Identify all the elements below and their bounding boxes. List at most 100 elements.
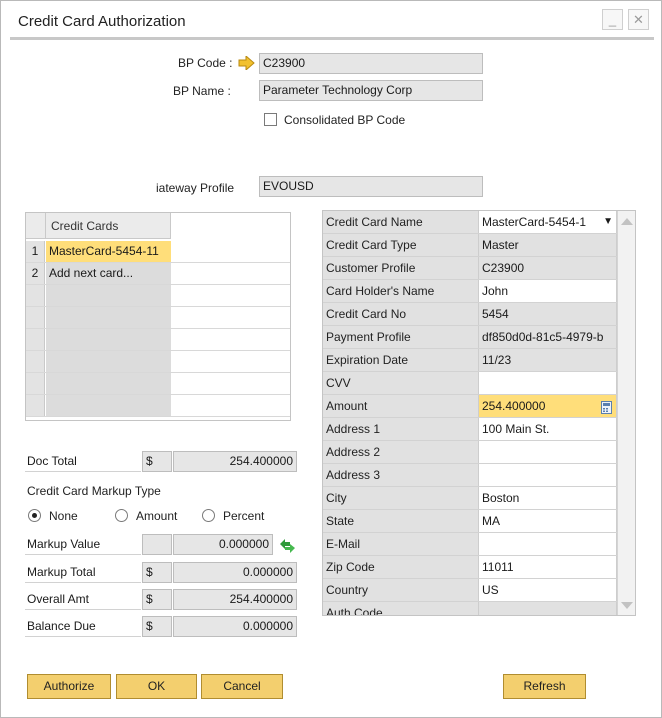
table-row[interactable]: Zip Code 11011 xyxy=(323,556,617,579)
table-row[interactable]: Card Holder's Name John xyxy=(323,280,617,303)
table-row xyxy=(26,373,290,395)
payment-profile-value: df850d0d-81c5-4979-b xyxy=(479,326,617,348)
authorize-button[interactable]: Authorize xyxy=(27,674,111,699)
grid-corner xyxy=(26,213,46,239)
window-title: Credit Card Authorization xyxy=(18,13,186,30)
detail-label: Credit Card No xyxy=(323,303,479,325)
table-row[interactable]: Country US xyxy=(323,579,617,602)
table-row: Customer Profile C23900 xyxy=(323,257,617,280)
country-field[interactable]: US xyxy=(479,579,617,601)
table-row[interactable]: State MA xyxy=(323,510,617,533)
recalculate-icon[interactable] xyxy=(277,536,297,554)
credit-cards-column-header[interactable]: Credit Cards xyxy=(46,213,171,239)
credit-card-type-value: Master xyxy=(479,234,617,256)
table-row[interactable]: Address 1 100 Main St. xyxy=(323,418,617,441)
detail-label: Expiration Date xyxy=(323,349,479,371)
minimize-button[interactable]: _ xyxy=(602,9,623,30)
table-row[interactable]: Amount 254.400000 xyxy=(323,395,617,418)
cards-grid-scrollbar[interactable] xyxy=(290,213,291,420)
table-row[interactable]: E-Mail xyxy=(323,533,617,556)
row-number xyxy=(26,395,45,416)
row-number: 2 xyxy=(26,263,45,284)
table-row: Expiration Date 11/23 xyxy=(323,349,617,372)
bp-name-field[interactable]: Parameter Technology Corp xyxy=(259,80,483,101)
table-row: Payment Profile df850d0d-81c5-4979-b xyxy=(323,326,617,349)
balance-due-value: 0.000000 xyxy=(173,616,297,637)
cvv-field[interactable] xyxy=(479,372,617,394)
markup-total-currency: $ xyxy=(142,562,172,583)
amount-field[interactable]: 254.400000 xyxy=(479,395,617,417)
card-details-grid: Credit Card Name MasterCard-5454-1 ▼ Cre… xyxy=(322,210,636,616)
detail-label: Auth Code xyxy=(323,602,479,615)
city-field[interactable]: Boston xyxy=(479,487,617,509)
title-separator xyxy=(10,37,654,40)
markup-value-label: Markup Value xyxy=(25,534,141,555)
table-row[interactable]: City Boston xyxy=(323,487,617,510)
credit-card-cell[interactable]: MasterCard-5454-11 xyxy=(46,241,171,262)
overall-amt-value: 254.400000 xyxy=(173,589,297,610)
detail-label: Address 3 xyxy=(323,464,479,486)
dropdown-arrow-icon[interactable]: ▼ xyxy=(603,211,613,233)
scroll-up-icon[interactable] xyxy=(621,218,633,225)
credit-card-no-value: 5454 xyxy=(479,303,617,325)
empty-cell xyxy=(46,373,171,394)
card-holder-name-field[interactable]: John xyxy=(479,280,617,302)
empty-cell xyxy=(46,395,171,416)
details-grid-scrollbar[interactable] xyxy=(617,211,635,615)
gateway-profile-field[interactable]: EVOUSD xyxy=(259,176,483,197)
link-arrow-icon[interactable] xyxy=(238,54,255,72)
detail-label: E-Mail xyxy=(323,533,479,555)
calculator-icon[interactable] xyxy=(601,399,612,414)
detail-label: Card Holder's Name xyxy=(323,280,479,302)
table-row[interactable]: 2 Add next card... xyxy=(26,263,290,285)
table-row[interactable]: 1 MasterCard-5454-11 xyxy=(26,241,290,263)
bp-code-field[interactable]: C23900 xyxy=(259,53,483,74)
cancel-button[interactable]: Cancel xyxy=(201,674,283,699)
table-row[interactable]: Credit Card Name MasterCard-5454-1 ▼ xyxy=(323,211,617,234)
consolidated-bp-checkbox[interactable] xyxy=(264,113,277,126)
email-field[interactable] xyxy=(479,533,617,555)
refresh-button[interactable]: Refresh xyxy=(503,674,586,699)
empty-cell xyxy=(46,329,171,350)
address2-field[interactable] xyxy=(479,441,617,463)
table-row xyxy=(26,351,290,373)
state-field[interactable]: MA xyxy=(479,510,617,532)
row-number xyxy=(26,373,45,394)
credit-card-name-value: MasterCard-5454-1 xyxy=(482,215,587,229)
markup-amount-radio[interactable] xyxy=(115,509,128,522)
overall-amt-label: Overall Amt xyxy=(25,589,141,610)
markup-value-field[interactable]: 0.000000 xyxy=(173,534,273,555)
detail-label: State xyxy=(323,510,479,532)
ok-button[interactable]: OK xyxy=(116,674,197,699)
markup-percent-label: Percent xyxy=(223,509,265,523)
scroll-down-icon[interactable] xyxy=(621,602,633,609)
expiration-date-value: 11/23 xyxy=(479,349,617,371)
table-row[interactable]: Address 3 xyxy=(323,464,617,487)
detail-label: Customer Profile xyxy=(323,257,479,279)
row-number xyxy=(26,307,45,328)
balance-due-currency: $ xyxy=(142,616,172,637)
table-row xyxy=(26,395,290,417)
markup-percent-radio[interactable] xyxy=(202,509,215,522)
title-bar: Credit Card Authorization _ ✕ xyxy=(1,1,661,39)
table-row xyxy=(26,307,290,329)
row-number xyxy=(26,351,45,372)
markup-total-value: 0.000000 xyxy=(173,562,297,583)
address3-field[interactable] xyxy=(479,464,617,486)
balance-due-label: Balance Due xyxy=(25,616,141,637)
markup-none-label: None xyxy=(49,509,78,523)
empty-cell xyxy=(46,307,171,328)
zip-code-field[interactable]: 11011 xyxy=(479,556,617,578)
markup-amount-label: Amount xyxy=(136,509,178,523)
credit-card-name-dropdown[interactable]: MasterCard-5454-1 ▼ xyxy=(479,211,617,233)
address1-field[interactable]: 100 Main St. xyxy=(479,418,617,440)
close-button[interactable]: ✕ xyxy=(628,9,649,30)
overall-amt-currency: $ xyxy=(142,589,172,610)
table-row[interactable]: CVV xyxy=(323,372,617,395)
table-row[interactable]: Address 2 xyxy=(323,441,617,464)
markup-none-radio[interactable] xyxy=(28,509,41,522)
table-row xyxy=(26,285,290,307)
markup-value-currency xyxy=(142,534,172,555)
add-card-cell[interactable]: Add next card... xyxy=(46,263,171,284)
markup-type-label: Credit Card Markup Type xyxy=(27,484,161,498)
